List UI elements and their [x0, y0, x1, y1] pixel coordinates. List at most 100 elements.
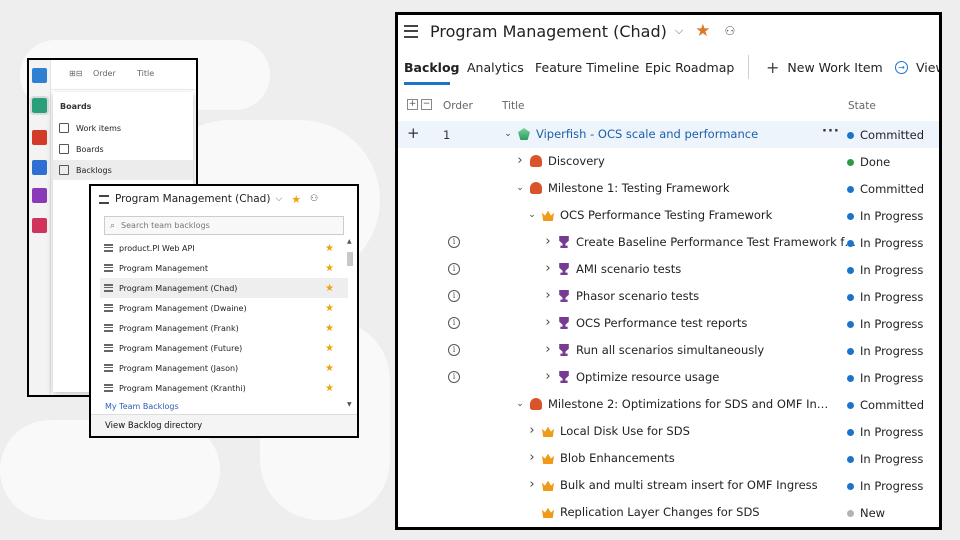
chevron-right-icon[interactable]: › [542, 235, 554, 248]
work-item-title[interactable]: Blob Enhancements [560, 451, 675, 465]
chevron-right-icon[interactable]: › [542, 343, 554, 356]
backlog-row[interactable]: +1 ⌄ Viperfish - OCS scale and performance… [398, 121, 939, 148]
expand-all-icon[interactable]: + [407, 99, 418, 110]
backlog-row[interactable]: Replication Layer Changes for SDS New [398, 499, 939, 526]
list-item[interactable]: Program Management (Frank) ★ [100, 318, 348, 338]
backlog-row[interactable]: i › AMI scenario tests In Progress [398, 256, 939, 283]
backlog-row[interactable]: i › Phasor scenario tests In Progress [398, 283, 939, 310]
work-item-title[interactable]: Create Baseline Performance Test Framewo… [576, 235, 858, 249]
team-people-icon[interactable]: ⚇ [724, 24, 735, 38]
add-child-icon[interactable]: + [407, 126, 420, 141]
list-item[interactable]: Program Management ★ [100, 258, 348, 278]
chevron-right-icon[interactable]: › [542, 289, 554, 302]
work-item-title[interactable]: Phasor scenario tests [576, 289, 699, 303]
chevron-right-icon[interactable]: › [542, 316, 554, 329]
menu-item-boards[interactable]: Boards [53, 139, 193, 159]
chevron-down-icon[interactable]: ⌄ [514, 183, 526, 193]
chevron-right-icon[interactable]: › [542, 262, 554, 275]
work-item-title[interactable]: Milestone 1: Testing Framework [548, 181, 730, 195]
favorite-star-icon[interactable]: ★ [325, 303, 334, 314]
info-icon[interactable]: i [448, 263, 460, 275]
list-item[interactable]: Program Management (Future) ★ [100, 338, 348, 358]
test-plans-icon[interactable] [32, 188, 47, 203]
pipelines-icon[interactable] [32, 160, 47, 175]
expand-collapse-icon[interactable]: ⊞⊟ [69, 69, 82, 78]
work-item-title[interactable]: Optimize resource usage [576, 370, 719, 384]
work-item-title[interactable]: Bulk and multi stream insert for OMF Ing… [560, 478, 818, 492]
info-icon[interactable]: i [448, 236, 460, 248]
scrollbar[interactable]: ▲ ▼ [346, 238, 354, 408]
info-icon[interactable]: i [448, 290, 460, 302]
list-item[interactable]: Program Management (Kranthi) ★ [100, 378, 348, 398]
backlog-row[interactable]: i › Run all scenarios simultaneously In Pro… [398, 337, 939, 364]
backlog-row[interactable]: i › OCS Performance test reports In Progres… [398, 310, 939, 337]
backlog-row[interactable]: ⌄ Milestone 1: Testing Framework Committed [398, 175, 939, 202]
list-item[interactable]: Program Management (Jason) ★ [100, 358, 348, 378]
favorite-star-icon[interactable]: ★ [291, 193, 301, 206]
work-item-title[interactable]: Run all scenarios simultaneously [576, 343, 764, 357]
favorite-star-icon[interactable]: ★ [325, 323, 334, 334]
new-work-item-button[interactable]: + New Work Item [766, 59, 883, 75]
view-options-button[interactable]: → View [895, 60, 939, 75]
tab-feature-timeline[interactable]: Feature Timeline [535, 60, 639, 75]
chevron-right-icon[interactable]: › [542, 370, 554, 383]
boards-icon[interactable] [30, 96, 49, 115]
more-actions-icon[interactable]: ··· [822, 124, 840, 139]
column-header-state[interactable]: State [848, 100, 876, 112]
info-icon[interactable]: i [448, 371, 460, 383]
tab-backlog[interactable]: Backlog [404, 60, 460, 75]
tab-analytics[interactable]: Analytics [467, 60, 524, 75]
column-header-order[interactable]: Order [443, 100, 473, 112]
chevron-down-icon[interactable]: ⌄ [526, 210, 538, 220]
favorite-star-icon[interactable]: ★ [325, 283, 334, 294]
favorite-star-icon[interactable]: ★ [325, 363, 334, 374]
backlog-row[interactable]: ⌄ OCS Performance Testing Framework In Pro… [398, 202, 939, 229]
work-item-title[interactable]: Local Disk Use for SDS [560, 424, 690, 438]
work-item-title[interactable]: Discovery [548, 154, 605, 168]
team-people-icon[interactable]: ⚇ [310, 194, 318, 204]
favorite-star-icon[interactable]: ★ [695, 21, 710, 41]
work-item-title[interactable]: OCS Performance Testing Framework [560, 208, 772, 222]
team-backlog-search-input[interactable]: ⌕ Search team backlogs [104, 216, 344, 235]
collapse-all-icon[interactable]: − [421, 99, 432, 110]
chevron-right-icon[interactable]: › [526, 424, 538, 437]
picker-header[interactable]: Program Management (Chad) ⌵ ★ ⚇ [91, 186, 357, 212]
backlog-row[interactable]: › Local Disk Use for SDS In Progress [398, 418, 939, 445]
chevron-right-icon[interactable]: › [514, 154, 526, 167]
chevron-right-icon[interactable]: › [526, 478, 538, 491]
backlog-row[interactable]: › Bulk and multi stream insert for OMF In… [398, 472, 939, 499]
work-item-title[interactable]: Replication Layer Changes for SDS [560, 505, 760, 519]
scrollbar-thumb[interactable] [347, 252, 353, 266]
repos-icon[interactable] [32, 130, 47, 145]
column-header-title[interactable]: Title [502, 100, 525, 112]
list-item[interactable]: product.PI Web API ★ [100, 238, 348, 258]
chevron-right-icon[interactable]: › [526, 451, 538, 464]
backlog-row[interactable]: i › Optimize resource usage In Progress [398, 364, 939, 391]
backlog-row[interactable]: ⌄ Milestone 2: Optimizations for SDS and … [398, 391, 939, 418]
list-item[interactable]: Program Management (Chad) ★ [100, 278, 348, 298]
backlog-row[interactable]: › Blob Enhancements In Progress [398, 445, 939, 472]
favorite-star-icon[interactable]: ★ [325, 263, 334, 274]
menu-item-work-items[interactable]: Work items [53, 118, 193, 138]
list-item[interactable]: Program Management (Dwaine) ★ [100, 298, 348, 318]
scroll-up-icon[interactable]: ▲ [347, 238, 352, 245]
work-item-title[interactable]: Milestone 2: Optimizations for SDS and O… [548, 397, 830, 411]
favorite-star-icon[interactable]: ★ [325, 243, 334, 254]
work-item-title[interactable]: Viperfish - OCS scale and performance [536, 127, 758, 141]
view-backlog-directory-link[interactable]: View Backlog directory [91, 414, 357, 436]
page-title[interactable]: Program Management (Chad) [430, 22, 667, 41]
work-item-title[interactable]: AMI scenario tests [576, 262, 681, 276]
chevron-down-icon[interactable]: ⌵ [275, 194, 282, 204]
chevron-down-icon[interactable]: ⌵ [675, 24, 683, 38]
chevron-down-icon[interactable]: ⌄ [502, 129, 514, 139]
favorite-star-icon[interactable]: ★ [325, 383, 334, 394]
menu-item-backlogs[interactable]: Backlogs [53, 160, 193, 180]
work-item-title[interactable]: OCS Performance test reports [576, 316, 747, 330]
backlog-row[interactable]: › Discovery Done [398, 148, 939, 175]
info-icon[interactable]: i [448, 344, 460, 356]
chevron-down-icon[interactable]: ⌄ [514, 399, 526, 409]
backlog-row[interactable]: i › Create Baseline Performance Test Frame… [398, 229, 939, 256]
tab-epic-roadmap[interactable]: Epic Roadmap [645, 60, 734, 75]
scroll-down-icon[interactable]: ▼ [347, 401, 352, 408]
favorite-star-icon[interactable]: ★ [325, 343, 334, 354]
